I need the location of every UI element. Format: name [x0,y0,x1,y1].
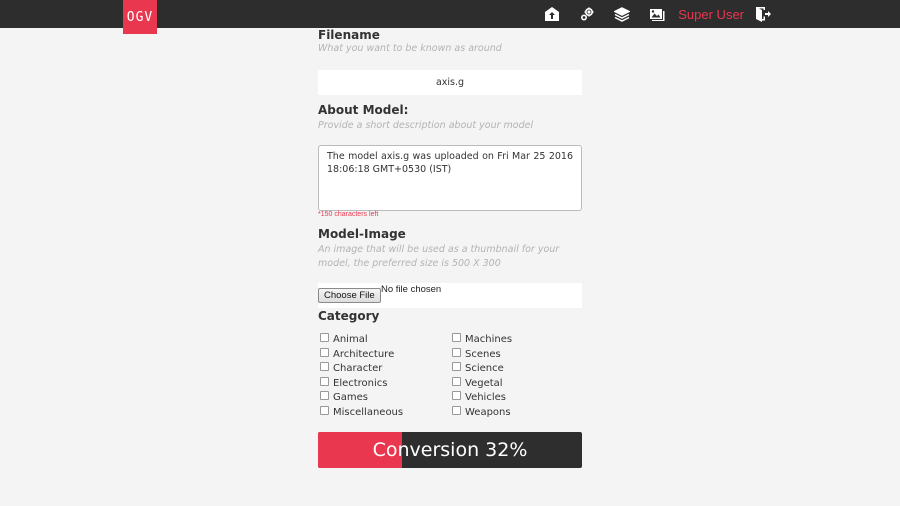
checkbox-label: Machines [465,334,513,345]
checkbox-label: Animal [333,334,368,345]
category-option[interactable]: Games [320,390,368,404]
checkbox[interactable] [452,348,461,357]
category-option[interactable]: Animal [320,332,368,346]
checkbox[interactable] [320,391,329,400]
checkbox-label: Scenes [465,349,501,360]
checkbox[interactable] [452,362,461,371]
about-model-label: About Model: [318,103,409,117]
checkbox-label: Vegetal [465,378,503,389]
checkbox[interactable] [452,333,461,342]
top-navbar: OGV Super User [0,0,900,34]
checkbox[interactable] [320,377,329,386]
app-logo[interactable]: OGV [123,0,157,34]
user-menu-link[interactable]: Super User [678,7,744,22]
category-option[interactable]: Scenes [452,347,501,361]
checkbox-label: Character [333,363,383,374]
nav-menu: Super User [526,0,772,28]
category-label: Category [318,309,380,323]
filename-label: Filename [318,28,380,42]
category-option[interactable]: Architecture [320,347,394,361]
about-model-hint: Provide a short description about your m… [318,120,534,131]
checkbox-label: Miscellaneous [333,407,404,418]
checkbox[interactable] [320,362,329,371]
category-option[interactable]: Vehicles [452,390,506,404]
checkbox[interactable] [452,406,461,415]
checkbox-label: Games [333,392,368,403]
category-option[interactable]: Vegetal [452,376,503,390]
conversion-progress-text: Conversion 32% [372,439,528,461]
choose-file-button[interactable]: Choose File [318,288,381,303]
model-image-hint: An image that will be used as a thumbnai… [318,244,560,269]
category-option[interactable]: Electronics [320,376,388,390]
category-option[interactable]: Weapons [452,405,511,419]
gallery-icon[interactable] [648,5,666,23]
logout-icon[interactable] [754,5,772,23]
checkbox[interactable] [320,348,329,357]
checkbox-label: Vehicles [465,392,506,403]
checkbox[interactable] [320,406,329,415]
settings-icon[interactable] [578,5,596,23]
upload-icon[interactable] [543,5,561,23]
checkbox-label: Science [465,363,504,374]
checkbox-label: Electronics [333,378,388,389]
conversion-progress-bar: Conversion 32% [318,432,582,468]
category-option[interactable]: Miscellaneous [320,405,403,419]
checkbox[interactable] [452,391,461,400]
layers-icon[interactable] [613,5,631,23]
about-model-textarea[interactable]: The model axis.g was uploaded on Fri Mar… [318,145,582,211]
filename-input[interactable]: axis.g [318,70,582,95]
characters-left-counter: *150 characters left [318,211,379,218]
checkbox-label: Weapons [465,407,511,418]
model-image-file-input: Choose File No file chosen [318,283,582,308]
checkbox[interactable] [320,333,329,342]
file-status-text: No file chosen [381,284,442,295]
category-option[interactable]: Science [452,361,504,375]
checkbox[interactable] [452,377,461,386]
category-option[interactable]: Machines [452,332,512,346]
model-image-label: Model-Image [318,227,406,241]
filename-hint: What you want to be known as around [318,43,502,54]
checkbox-label: Architecture [333,349,395,360]
category-option[interactable]: Character [320,361,382,375]
